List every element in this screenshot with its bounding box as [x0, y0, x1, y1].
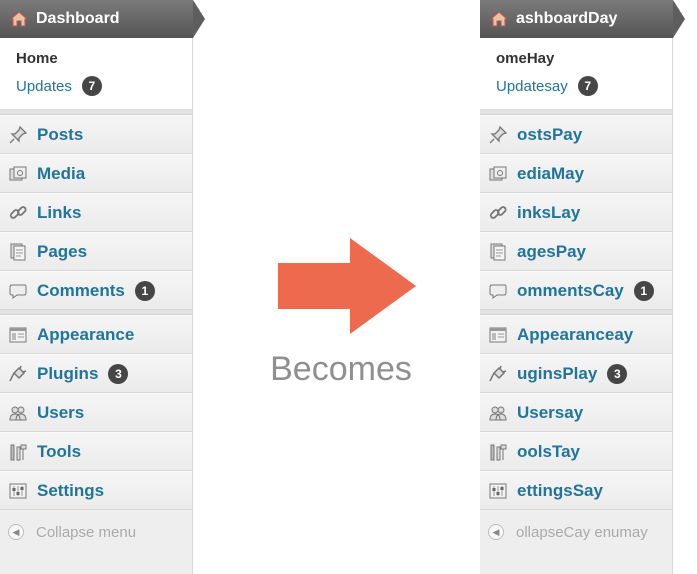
menu-media-label: Media: [37, 163, 86, 183]
menu-plugins-label: uginsPlay: [517, 363, 598, 383]
pages-icon: [8, 242, 28, 262]
menu-pages-label: agesPay: [517, 241, 586, 261]
menu-appearance-label: Appearance: [37, 324, 135, 344]
updates-count-badge: 7: [577, 76, 598, 96]
appearance-icon: [8, 325, 28, 345]
menu-plugins-label: Plugins: [37, 363, 99, 383]
tools-icon: [8, 442, 28, 462]
menu-posts-label: Posts: [37, 124, 84, 144]
menu-tools[interactable]: oolsTay: [480, 432, 672, 471]
pushpin-icon: [488, 125, 508, 145]
submenu-updates-label: Updatesay: [496, 77, 568, 95]
menu-pages[interactable]: Pages: [0, 232, 192, 271]
submenu-updates[interactable]: Updates 7: [16, 76, 192, 96]
collapse-icon: ◀: [488, 524, 504, 540]
comments-count-badge: 1: [633, 280, 654, 301]
admin-menu-original: Dashboard Home Updates 7 Posts Media Lin…: [0, 0, 205, 574]
menu-users-label: Usersay: [517, 402, 584, 422]
menu-plugins[interactable]: Plugins 3: [0, 354, 192, 393]
menu-pages[interactable]: agesPay: [480, 232, 672, 271]
collapse-menu-button[interactable]: ◀ Collapse menu: [0, 510, 192, 554]
menu-users[interactable]: Usersay: [480, 393, 672, 432]
comments-count-badge: 1: [134, 280, 155, 301]
menu-settings[interactable]: Settings: [0, 471, 192, 510]
menu-comments-label: Comments: [37, 280, 125, 300]
comment-icon: [488, 281, 508, 301]
menu-posts[interactable]: Posts: [0, 115, 192, 154]
pushpin-icon: [8, 125, 28, 145]
arrow-right-icon: [278, 238, 416, 334]
menu-appearance-label: Appearanceay: [517, 324, 634, 344]
plugins-count-badge: 3: [607, 363, 628, 384]
submenu-updates-label: Updates: [16, 77, 72, 95]
admin-menu-pig-latin: ashboardDay omeHay Updatesay 7 ostsPay e…: [480, 0, 685, 574]
appearance-icon: [488, 325, 508, 345]
menu-users[interactable]: Users: [0, 393, 192, 432]
menu-settings-label: Settings: [37, 480, 105, 500]
menu-comments-label: ommentsCay: [517, 280, 624, 300]
menu-links-label: Links: [37, 202, 82, 222]
menu-dashboard[interactable]: ashboardDay: [480, 0, 685, 38]
menu-dashboard-label: Dashboard: [36, 10, 120, 27]
submenu-updates[interactable]: Updatesay 7: [496, 76, 672, 96]
menu-media[interactable]: ediaMay: [480, 154, 672, 193]
collapse-menu-label: ollapseCay enumay: [516, 523, 648, 541]
users-icon: [8, 403, 28, 423]
menu-tools-label: oolsTay: [517, 441, 580, 461]
dashboard-submenu: omeHay Updatesay 7: [480, 38, 672, 110]
menu-media-label: ediaMay: [517, 163, 585, 183]
menu-dashboard[interactable]: Dashboard: [0, 0, 205, 38]
plugin-icon: [8, 364, 28, 384]
menu-tools-label: Tools: [37, 441, 82, 461]
menu-appearance[interactable]: Appearance: [0, 315, 192, 354]
menu-links[interactable]: Links: [0, 193, 192, 232]
menu-appearance[interactable]: Appearanceay: [480, 315, 672, 354]
menu-settings-label: ettingsSay: [517, 480, 603, 500]
settings-icon: [8, 481, 28, 501]
plugin-icon: [488, 364, 508, 384]
collapse-icon: ◀: [8, 524, 24, 540]
link-icon: [488, 203, 508, 223]
updates-count-badge: 7: [81, 76, 102, 96]
menu-links[interactable]: inksLay: [480, 193, 672, 232]
collapse-menu-button[interactable]: ◀ ollapseCay enumay: [480, 510, 672, 554]
media-icon: [8, 164, 28, 184]
submenu-home[interactable]: omeHay: [496, 48, 672, 76]
menu-comments[interactable]: ommentsCay 1: [480, 271, 672, 310]
plugins-count-badge: 3: [108, 363, 129, 384]
menu-comments[interactable]: Comments 1: [0, 271, 192, 310]
users-icon: [488, 403, 508, 423]
pages-icon: [488, 242, 508, 262]
menu-users-label: Users: [37, 402, 85, 422]
dashboard-submenu: Home Updates 7: [0, 38, 192, 110]
menu-posts[interactable]: ostsPay: [480, 115, 672, 154]
link-icon: [8, 203, 28, 223]
settings-icon: [488, 481, 508, 501]
tools-icon: [488, 442, 508, 462]
menu-dashboard-label: ashboardDay: [516, 10, 618, 27]
menu-plugins[interactable]: uginsPlay 3: [480, 354, 672, 393]
menu-links-label: inksLay: [517, 202, 581, 222]
menu-tools[interactable]: Tools: [0, 432, 192, 471]
home-icon: [489, 10, 509, 28]
menu-posts-label: ostsPay: [517, 124, 583, 144]
becomes-caption: Becomes: [270, 350, 412, 388]
comment-icon: [8, 281, 28, 301]
submenu-home[interactable]: Home: [16, 48, 192, 76]
collapse-menu-label: Collapse menu: [36, 523, 137, 541]
menu-pages-label: Pages: [37, 241, 88, 261]
home-icon: [9, 10, 29, 28]
menu-settings[interactable]: ettingsSay: [480, 471, 672, 510]
menu-media[interactable]: Media: [0, 154, 192, 193]
media-icon: [488, 164, 508, 184]
